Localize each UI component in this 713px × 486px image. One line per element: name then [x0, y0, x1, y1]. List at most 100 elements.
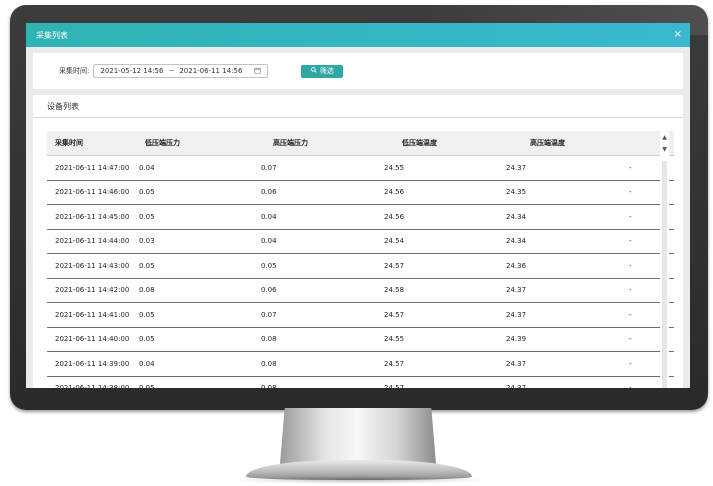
cell-high-pressure: 0.08 [261, 335, 277, 344]
cell-low-pressure: 0.04 [139, 163, 155, 172]
cell-high-temp: 24.34 [506, 212, 527, 221]
header-low-temp[interactable]: 低压端温度 [384, 138, 506, 148]
dialog-title: 采集列表 [36, 30, 68, 40]
cell-extra: - [629, 286, 632, 295]
filter-button[interactable]: 筛选 [301, 64, 344, 78]
cell-high-pressure: 0.08 [261, 359, 277, 368]
table-row[interactable]: 2021-06-11 14:44:00 0.03 0.04 24.54 24.34 - [47, 230, 674, 254]
cell-high-temp: 24.37 [506, 310, 527, 319]
cell-low-pressure: 0.05 [139, 335, 155, 344]
end-date: 2021-06-11 14:56 [179, 67, 243, 75]
cell-low-temp: 24.55 [384, 335, 405, 344]
monitor-stand-neck [280, 408, 436, 464]
cell-low-temp: 24.57 [384, 384, 506, 388]
cell-low-pressure: 0.08 [139, 286, 155, 295]
cell-collect-time: 2021-06-11 14:45:00 [55, 212, 130, 221]
collect-time-label: 采集时间: [59, 67, 90, 75]
scrollbar-track[interactable] [662, 161, 667, 388]
cell-high-temp: 24.37 [506, 286, 527, 295]
cell-high-pressure: 0.08 [261, 384, 384, 388]
cell-collect-time: 2021-06-11 14:38:00 [47, 384, 139, 388]
header-collect-time[interactable]: 采集时间 [47, 138, 139, 148]
cell-collect-time: 2021-06-11 14:46:00 [55, 188, 130, 197]
vertical-scrollbar[interactable]: ▲ ▼ [660, 131, 669, 388]
table-body: 2021-06-11 14:47:00 0.04 0.07 24.55 24.37-20… [47, 156, 674, 388]
cell-collect-time: 2021-06-11 14:40:00 [55, 335, 130, 344]
table-row[interactable]: 2021-06-11 14:39:00 0.04 0.08 24.57 24.37 - [47, 352, 674, 377]
cell-high-pressure: 0.06 [261, 286, 277, 295]
table-header: 采集时间 低压端压力 高压端压力 低压端温度 高压端温度 [47, 131, 674, 156]
screen: 采集列表 × 采集时间: 2021-05-12 14:56 ~ 2021-06-… [26, 23, 690, 388]
cell-low-pressure: 0.05 [139, 310, 155, 319]
cell-extra: - [629, 163, 632, 172]
calendar-icon[interactable] [254, 67, 262, 76]
cell-collect-time: 2021-06-11 14:44:00 [55, 237, 130, 246]
cell-low-temp: 24.56 [384, 212, 405, 221]
cell-low-temp: 24.54 [384, 237, 405, 246]
table-row[interactable]: 2021-06-11 14:41:00 0.05 0.07 24.57 24.37 - [47, 303, 674, 328]
header-high-temp[interactable]: 高压端温度 [506, 138, 629, 148]
cell-extra: - [629, 212, 632, 221]
cell-extra: - [629, 188, 632, 197]
cell-high-temp: 24.39 [506, 335, 527, 344]
filter-bar: 采集时间: 2021-05-12 14:56 ~ 2021-06-11 14:5… [33, 53, 683, 89]
device-list-panel: 设备列表 采集时间 低压端压力 高压端压力 低压端温度 高压端温度 2021-0… [33, 95, 683, 388]
cell-low-pressure: 0.05 [139, 261, 155, 270]
cell-extra: - [629, 359, 632, 368]
start-date: 2021-05-12 14:56 [100, 67, 164, 75]
cell-high-temp: 24.36 [506, 261, 527, 270]
date-separator: ~ [168, 67, 175, 75]
cell-extra: - [629, 384, 654, 388]
cell-low-temp: 24.55 [384, 163, 405, 172]
cell-high-pressure: 0.04 [261, 237, 277, 246]
cell-low-temp: 24.57 [384, 310, 405, 319]
chevron-up-icon[interactable]: ▲ [660, 133, 669, 142]
chevron-down-icon[interactable]: ▼ [660, 145, 669, 154]
cell-high-temp: 24.37 [506, 384, 629, 388]
table-row[interactable]: 2021-06-11 14:40:00 0.05 0.08 24.55 24.39 - [47, 328, 674, 352]
search-icon [311, 67, 317, 75]
cell-collect-time: 2021-06-11 14:41:00 [55, 310, 130, 319]
table-row[interactable]: 2021-06-11 14:46:00 0.05 0.06 24.56 24.35 - [47, 181, 674, 205]
cell-collect-time: 2021-06-11 14:47:00 [55, 163, 130, 172]
header-high-pressure[interactable]: 高压端压力 [261, 138, 384, 148]
cell-high-pressure: 0.06 [261, 188, 277, 197]
cell-low-pressure: 0.05 [139, 188, 155, 197]
cell-collect-time: 2021-06-11 14:42:00 [55, 286, 130, 295]
cell-collect-time: 2021-06-11 14:39:00 [55, 359, 130, 368]
header-low-pressure[interactable]: 低压端压力 [139, 138, 261, 148]
cell-low-temp: 24.58 [384, 286, 405, 295]
table-row[interactable]: 2021-06-11 14:38:000.050.0824.5724.37- [47, 377, 674, 388]
data-table: 采集时间 低压端压力 高压端压力 低压端温度 高压端温度 2021-06-11 … [47, 131, 674, 388]
table-row[interactable]: 2021-06-11 14:42:00 0.08 0.06 24.58 24.37 - [47, 279, 674, 303]
cell-high-pressure: 0.07 [261, 163, 277, 172]
cell-low-pressure: 0.05 [139, 384, 261, 388]
cell-high-temp: 24.37 [506, 359, 527, 368]
cell-low-pressure: 0.04 [139, 359, 155, 368]
stand-shadow [230, 476, 488, 484]
close-icon[interactable]: × [674, 30, 682, 40]
cell-low-pressure: 0.05 [139, 212, 155, 221]
table-row[interactable]: 2021-06-11 14:45:00 0.05 0.04 24.56 24.34 - [47, 205, 674, 230]
cell-extra: - [629, 310, 632, 319]
cell-collect-time: 2021-06-11 14:43:00 [55, 261, 130, 270]
table-row[interactable]: 2021-06-11 14:47:00 0.04 0.07 24.55 24.37 - [47, 156, 674, 181]
cell-high-temp: 24.37 [506, 163, 527, 172]
cell-high-pressure: 0.04 [261, 212, 277, 221]
cell-high-temp: 24.35 [506, 188, 527, 197]
cell-high-temp: 24.34 [506, 237, 527, 246]
cell-high-pressure: 0.05 [261, 261, 277, 270]
cell-low-temp: 24.56 [384, 188, 405, 197]
cell-low-temp: 24.57 [384, 359, 405, 368]
device-list-title: 设备列表 [33, 95, 683, 118]
cell-extra: - [629, 261, 632, 270]
cell-high-pressure: 0.07 [261, 310, 277, 319]
cell-extra: - [629, 237, 632, 246]
cell-low-temp: 24.57 [384, 261, 405, 270]
filter-button-label: 筛选 [319, 67, 334, 75]
dialog-titlebar: 采集列表 × [26, 23, 690, 47]
date-range-picker[interactable]: 2021-05-12 14:56 ~ 2021-06-11 14:56 [93, 64, 269, 78]
cell-low-pressure: 0.03 [139, 237, 155, 246]
cell-extra: - [629, 335, 632, 344]
table-row[interactable]: 2021-06-11 14:43:00 0.05 0.05 24.57 24.36 - [47, 254, 674, 279]
